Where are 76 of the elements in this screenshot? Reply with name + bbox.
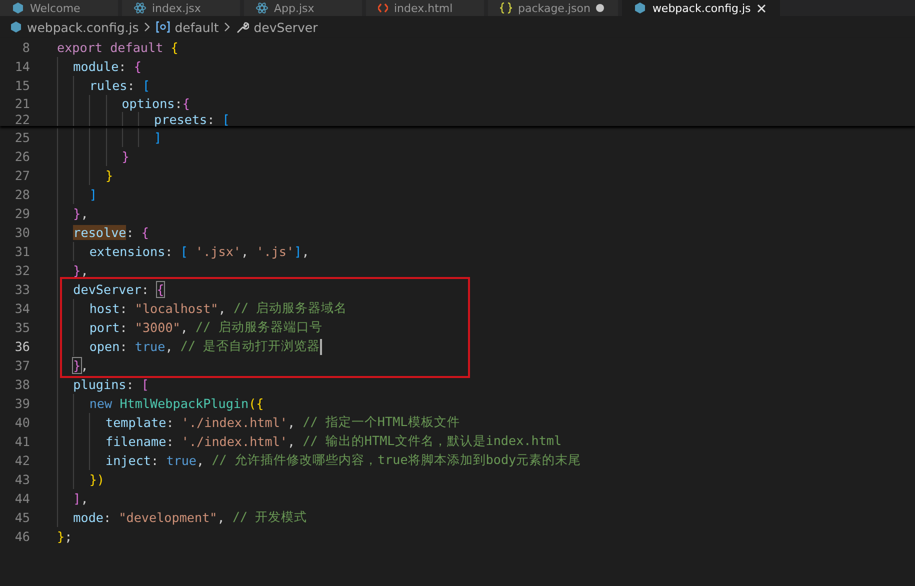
atom-icon — [134, 2, 146, 14]
code-line: module: { — [57, 57, 142, 76]
code-line: ], — [57, 489, 88, 508]
code-line: new HtmlWebpackPlugin({ — [57, 394, 264, 413]
line-number: 35 — [14, 320, 30, 335]
cube-icon — [10, 21, 22, 33]
code-line: }, — [57, 204, 88, 223]
cube-icon — [12, 2, 24, 14]
editor-tab[interactable]: package.json — [488, 0, 618, 16]
breadcrumb-item[interactable]: devServer — [254, 20, 318, 34]
line-number: 41 — [14, 434, 30, 449]
line-number: 43 — [14, 472, 30, 487]
code-line: rules: [ — [57, 76, 150, 95]
code-line: open: true, // 是否自动打开浏览器 — [57, 337, 320, 356]
line-number: 40 — [14, 415, 30, 430]
code-line: filename: './index.html', // 输出的HTML文件名，默认是index.html — [57, 432, 562, 451]
text-cursor — [320, 338, 322, 354]
code-line: host: "localhost", // 启动服务器域名 — [57, 299, 348, 318]
line-number: 26 — [14, 149, 30, 164]
line-number: 22 — [14, 112, 30, 126]
editor-tab[interactable]: webpack.config.js — [622, 0, 780, 16]
line-number: 36 — [14, 339, 30, 354]
line-number: 15 — [14, 78, 30, 93]
code-line: ] — [57, 128, 162, 147]
close-icon[interactable] — [756, 4, 766, 12]
code-line: mode: "development", // 开发模式 — [57, 508, 308, 527]
code-line: } — [57, 147, 130, 166]
code-line: ] — [57, 185, 97, 204]
line-number: 28 — [14, 187, 30, 202]
code-line: export default { — [57, 39, 178, 57]
editor-tab[interactable]: index.html — [366, 0, 484, 16]
chevron-right-icon — [144, 22, 151, 32]
line-number: 29 — [14, 206, 30, 221]
editor-tab[interactable]: App.jsx — [244, 0, 362, 16]
code-line: devServer: { — [57, 280, 164, 299]
wrench-icon — [236, 20, 249, 34]
symbol-icon — [156, 21, 170, 33]
line-number: 34 — [14, 301, 30, 316]
code-line: template: './index.html', // 指定一个HTML模板文件 — [57, 413, 460, 432]
cube-icon — [634, 2, 646, 14]
code-line: }) — [57, 470, 105, 489]
braces-icon — [500, 2, 512, 14]
line-number: 37 — [14, 358, 30, 373]
code-line: }; — [57, 528, 72, 546]
chevron-right-icon — [224, 22, 231, 32]
code-line: port: "3000", // 启动服务器端口号 — [57, 318, 322, 337]
editor-tab[interactable]: Welcome — [0, 0, 118, 16]
line-number: 21 — [14, 96, 30, 111]
editor-tab[interactable]: index.jsx — [122, 0, 240, 16]
line-number: 33 — [14, 282, 30, 297]
line-number: 8 — [21, 40, 30, 55]
breadcrumb-item[interactable]: default — [174, 20, 219, 34]
line-number: 30 — [14, 225, 30, 240]
line-number: 14 — [14, 59, 30, 74]
line-number: 38 — [14, 377, 30, 392]
atom-icon — [256, 2, 268, 14]
code-line: options:{ — [57, 95, 190, 112]
code-line: inject: true, // 允许插件修改哪些内容，true将脚本添加到body元素的末尾 — [57, 451, 582, 470]
line-number: 42 — [14, 453, 30, 468]
code-line: } — [57, 166, 114, 185]
code-line: }, — [57, 356, 88, 375]
line-number: 25 — [14, 130, 30, 145]
code-line: }, — [57, 261, 88, 280]
line-number: 45 — [14, 510, 30, 525]
line-number: 46 — [14, 529, 30, 544]
line-number: 31 — [14, 244, 30, 259]
line-number: 44 — [14, 491, 30, 506]
code-line: resolve: { — [57, 223, 150, 242]
code-line: presets: [ — [57, 112, 230, 126]
line-number: 39 — [14, 396, 30, 411]
line-number: 27 — [14, 168, 30, 183]
code-line: plugins: [ — [57, 375, 150, 394]
breadcrumb-item[interactable]: webpack.config.js — [27, 20, 139, 34]
code-icon — [378, 2, 388, 14]
code-line: extensions: [ '.jsx', '.js'], — [57, 242, 310, 261]
line-number: 32 — [14, 263, 30, 278]
